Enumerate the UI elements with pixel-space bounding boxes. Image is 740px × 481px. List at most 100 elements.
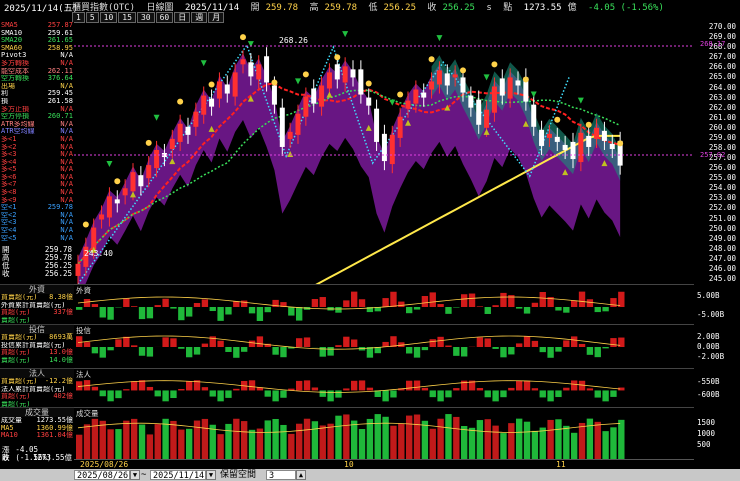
- flow-bar: [217, 307, 224, 321]
- flow-bar: [586, 299, 594, 307]
- legend-value: -12.2億: [44, 377, 73, 385]
- flow-bar: [107, 347, 114, 351]
- signal-dot: [82, 221, 89, 228]
- volume-bar: [429, 428, 436, 460]
- candle-body: [311, 88, 317, 104]
- open-value: 259.78: [265, 3, 299, 13]
- header-bar: 2025/11/14(五) 櫃買指數(OTC) 日線圖 2025/11/14 開…: [0, 0, 740, 14]
- flow-bar: [476, 306, 484, 307]
- flow-bar: [374, 390, 381, 397]
- dealer-pane[interactable]: 投信: [74, 324, 694, 369]
- candle-body: [201, 95, 207, 115]
- volume-bar: [500, 433, 507, 460]
- price-tick: 264.00: [708, 82, 736, 92]
- indicator-label: 多方轉換: [1, 59, 29, 67]
- foreign-pane[interactable]: 外資: [74, 284, 694, 325]
- candle-body: [350, 69, 356, 78]
- end-date-input[interactable]: 2025/11/14: [150, 470, 206, 481]
- flow-bar: [91, 386, 99, 391]
- indicator-label: 多<3: [1, 151, 17, 159]
- volume-bar: [484, 419, 491, 460]
- signal-dot: [460, 67, 466, 74]
- flow-bar: [162, 390, 169, 402]
- corp-legend: 法人 買賣超(元) -12.2億 法人累計買賣超(元) 買超(元) 402億 賣超(元): [0, 368, 74, 408]
- flow-bar: [555, 390, 562, 398]
- flow-bar: [138, 347, 146, 356]
- flow-bar: [123, 298, 130, 307]
- volume-bar: [233, 418, 240, 460]
- price-tick: 247.00: [708, 253, 736, 263]
- indicator-label: SMA20: [1, 37, 23, 45]
- signal-dot: [617, 140, 624, 147]
- price-tick: 262.00: [708, 102, 736, 112]
- flow-bar: [327, 347, 334, 356]
- indicator-label: 多<5: [1, 166, 17, 174]
- flow-bar: [76, 336, 83, 347]
- volume-bar: [83, 424, 91, 460]
- flow-bar: [406, 380, 413, 391]
- candle-body: [405, 100, 411, 109]
- flow-bar: [193, 303, 201, 307]
- legend-row: 買賣超(元) -12.2億: [0, 377, 74, 386]
- change-value: -4.05 (-1.56%): [588, 3, 664, 13]
- indicator-label: 空<1: [1, 204, 17, 212]
- flow-bar: [162, 337, 169, 347]
- signal-dot: [145, 139, 152, 146]
- volume-bar: [413, 414, 421, 460]
- resistance-value: 268.17: [700, 40, 726, 48]
- candle-body: [91, 227, 97, 250]
- flow-bar: [523, 307, 531, 314]
- volume-bar: [578, 422, 586, 460]
- start-date-input[interactable]: 2025/08/26: [74, 470, 130, 481]
- foreign-axis-bottom: -5.00B: [697, 310, 725, 319]
- indicator-label: ATR空均線: [1, 128, 35, 136]
- price-tick: 261.00: [708, 112, 736, 122]
- candle-body: [256, 64, 262, 80]
- ohlc-summary: 開 259.78 高 259.78 低 256.25 收 256.25: [0, 246, 74, 278]
- volume-bar: [343, 414, 350, 460]
- price-tick: 260.00: [708, 122, 736, 132]
- volume-bar: [162, 418, 169, 460]
- support-value: 257.02: [700, 151, 726, 159]
- flow-bar: [453, 347, 460, 356]
- flow-bar: [138, 307, 146, 320]
- volume-bar: [594, 421, 601, 460]
- legend-row: MA10 1361.04億: [0, 432, 74, 440]
- candlestick-chart[interactable]: 268.26 243.40: [74, 22, 694, 284]
- candle-body: [303, 96, 309, 117]
- volume-pane[interactable]: 成交量: [74, 407, 694, 460]
- foreign-axis-top: 5.00B: [697, 291, 720, 300]
- volume-bar: [272, 418, 279, 460]
- candle-body: [554, 136, 560, 142]
- legend-label: 買賣超(元): [1, 294, 38, 301]
- flow-bar: [516, 307, 523, 309]
- candle-body: [531, 104, 537, 127]
- end-date-dropdown-icon[interactable]: ▼: [206, 470, 216, 480]
- reserve-space-input[interactable]: 3: [266, 470, 296, 481]
- flow-bar: [413, 347, 421, 358]
- flow-bar: [241, 300, 248, 307]
- flow-bar: [351, 380, 358, 391]
- volume-bar: [248, 429, 256, 460]
- candle-body: [539, 129, 545, 146]
- flow-bar: [186, 381, 193, 391]
- flow-bar: [382, 298, 389, 307]
- flow-bar: [421, 347, 429, 351]
- volume-bar: [115, 429, 122, 460]
- signal-dot: [554, 116, 561, 123]
- reserve-space-spinner-icon[interactable]: ▲: [296, 470, 306, 480]
- turnover-value: 1273.55: [523, 3, 562, 13]
- signal-dot: [397, 91, 404, 98]
- start-date-dropdown-icon[interactable]: ▼: [130, 470, 140, 480]
- volume-bar: [437, 418, 444, 460]
- down-triangle-icon: [106, 161, 113, 168]
- corp-pane[interactable]: 法人: [74, 368, 694, 408]
- candle-body: [389, 134, 395, 165]
- dealer-bars: [76, 335, 625, 358]
- candle-body: [177, 123, 183, 142]
- down-triangle-icon: [342, 31, 349, 38]
- flow-bar: [248, 340, 256, 347]
- volume-bar: [398, 423, 405, 460]
- flow-bar: [335, 390, 342, 398]
- down-triangle-icon: [530, 91, 537, 98]
